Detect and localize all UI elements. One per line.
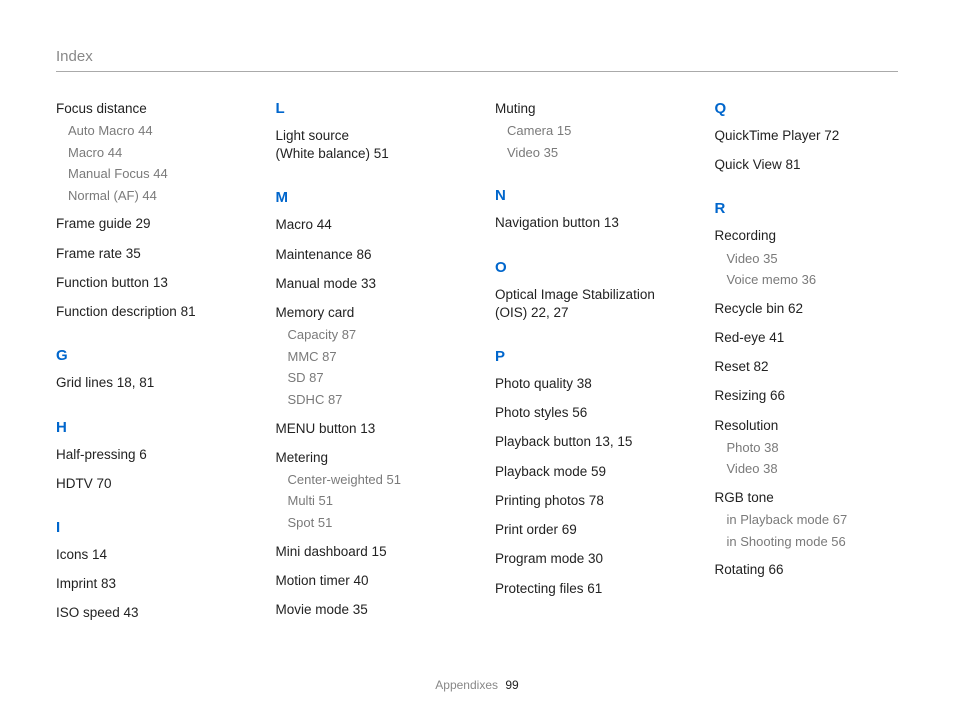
entry-metering: Metering Center-weighted 51 Multi 51 Spo… [276, 449, 460, 532]
entry-playback-mode: Playback mode 59 [495, 463, 679, 481]
page-footer: Appendixes 99 [0, 678, 954, 692]
entry-recording: Recording Video 35 Voice memo 36 [715, 227, 899, 288]
entry-quicktime: QuickTime Player 72 [715, 127, 899, 145]
entry-light-source: Light source (White balance) 51 [276, 127, 460, 163]
entry-imprint: Imprint 83 [56, 575, 240, 593]
entry-title: Metering [276, 449, 460, 467]
entry-photo-styles: Photo styles 56 [495, 404, 679, 422]
sub-entry: Video 35 [507, 144, 679, 162]
entry-hdtv: HDTV 70 [56, 475, 240, 493]
entry-title: Muting [495, 100, 679, 118]
section-letter-q: Q [715, 100, 899, 117]
footer-page-number: 99 [505, 678, 518, 692]
sub-entry: Video 38 [727, 460, 899, 478]
entry-title: Focus distance [56, 100, 240, 118]
entry-mini-dashboard: Mini dashboard 15 [276, 543, 460, 561]
entry-title: Memory card [276, 304, 460, 322]
entry-printing-photos: Printing photos 78 [495, 492, 679, 510]
sub-entry: Normal (AF) 44 [68, 187, 240, 205]
sub-entry: MMC 87 [288, 348, 460, 366]
sub-entry: Center-weighted 51 [288, 471, 460, 489]
sub-entry: Spot 51 [288, 514, 460, 532]
sub-entry: Capacity 87 [288, 326, 460, 344]
section-letter-m: M [276, 189, 460, 206]
index-columns: Focus distance Auto Macro 44 Macro 44 Ma… [56, 100, 898, 634]
entry-iso-speed: ISO speed 43 [56, 604, 240, 622]
entry-quick-view: Quick View 81 [715, 156, 899, 174]
sub-entry: Video 35 [727, 250, 899, 268]
entry-movie-mode: Movie mode 35 [276, 601, 460, 619]
footer-section: Appendixes [435, 678, 498, 692]
entry-title: Recording [715, 227, 899, 245]
sub-entry: in Playback mode 67 [727, 511, 899, 529]
entry-motion-timer: Motion timer 40 [276, 572, 460, 590]
column-3: Muting Camera 15 Video 35 N Navigation b… [495, 100, 679, 634]
column-1: Focus distance Auto Macro 44 Macro 44 Ma… [56, 100, 240, 634]
entry-protecting-files: Protecting files 61 [495, 580, 679, 598]
entry-frame-guide: Frame guide 29 [56, 215, 240, 233]
entry-title: RGB tone [715, 489, 899, 507]
entry-program-mode: Program mode 30 [495, 550, 679, 568]
entry-frame-rate: Frame rate 35 [56, 245, 240, 263]
sub-entry: Macro 44 [68, 144, 240, 162]
entry-muting: Muting Camera 15 Video 35 [495, 100, 679, 161]
entry-resizing: Resizing 66 [715, 387, 899, 405]
section-letter-g: G [56, 347, 240, 364]
entry-ois: Optical Image Stabilization (OIS) 22, 27 [495, 286, 679, 322]
entry-playback-button: Playback button 13, 15 [495, 433, 679, 451]
entry-red-eye: Red-eye 41 [715, 329, 899, 347]
sub-entry: in Shooting mode 56 [727, 533, 899, 551]
sub-entry: SDHC 87 [288, 391, 460, 409]
entry-photo-quality: Photo quality 38 [495, 375, 679, 393]
entry-macro: Macro 44 [276, 216, 460, 234]
column-4: Q QuickTime Player 72 Quick View 81 R Re… [715, 100, 899, 634]
entry-resolution: Resolution Photo 38 Video 38 [715, 417, 899, 478]
section-letter-l: L [276, 100, 460, 117]
entry-navigation-button: Navigation button 13 [495, 214, 679, 232]
sub-entry: Manual Focus 44 [68, 165, 240, 183]
sub-entry: Voice memo 36 [727, 271, 899, 289]
entry-icons: Icons 14 [56, 546, 240, 564]
sub-entry: Camera 15 [507, 122, 679, 140]
sub-entry: Photo 38 [727, 439, 899, 457]
page-header-title: Index [56, 48, 898, 65]
entry-function-button: Function button 13 [56, 274, 240, 292]
section-letter-o: O [495, 259, 679, 276]
entry-maintenance: Maintenance 86 [276, 246, 460, 264]
entry-reset: Reset 82 [715, 358, 899, 376]
sub-entry: SD 87 [288, 369, 460, 387]
sub-entry: Multi 51 [288, 492, 460, 510]
entry-rgb-tone: RGB tone in Playback mode 67 in Shooting… [715, 489, 899, 550]
column-2: L Light source (White balance) 51 M Macr… [276, 100, 460, 634]
entry-focus-distance: Focus distance Auto Macro 44 Macro 44 Ma… [56, 100, 240, 204]
section-letter-h: H [56, 419, 240, 436]
header-rule [56, 71, 898, 72]
entry-menu-button: MENU button 13 [276, 420, 460, 438]
section-letter-i: I [56, 519, 240, 536]
entry-rotating: Rotating 66 [715, 561, 899, 579]
entry-grid-lines: Grid lines 18, 81 [56, 374, 240, 392]
entry-manual-mode: Manual mode 33 [276, 275, 460, 293]
section-letter-p: P [495, 348, 679, 365]
entry-print-order: Print order 69 [495, 521, 679, 539]
sub-entry: Auto Macro 44 [68, 122, 240, 140]
section-letter-n: N [495, 187, 679, 204]
entry-recycle-bin: Recycle bin 62 [715, 300, 899, 318]
section-letter-r: R [715, 200, 899, 217]
entry-half-pressing: Half-pressing 6 [56, 446, 240, 464]
entry-function-description: Function description 81 [56, 303, 240, 321]
entry-title: Resolution [715, 417, 899, 435]
entry-memory-card: Memory card Capacity 87 MMC 87 SD 87 SDH… [276, 304, 460, 408]
